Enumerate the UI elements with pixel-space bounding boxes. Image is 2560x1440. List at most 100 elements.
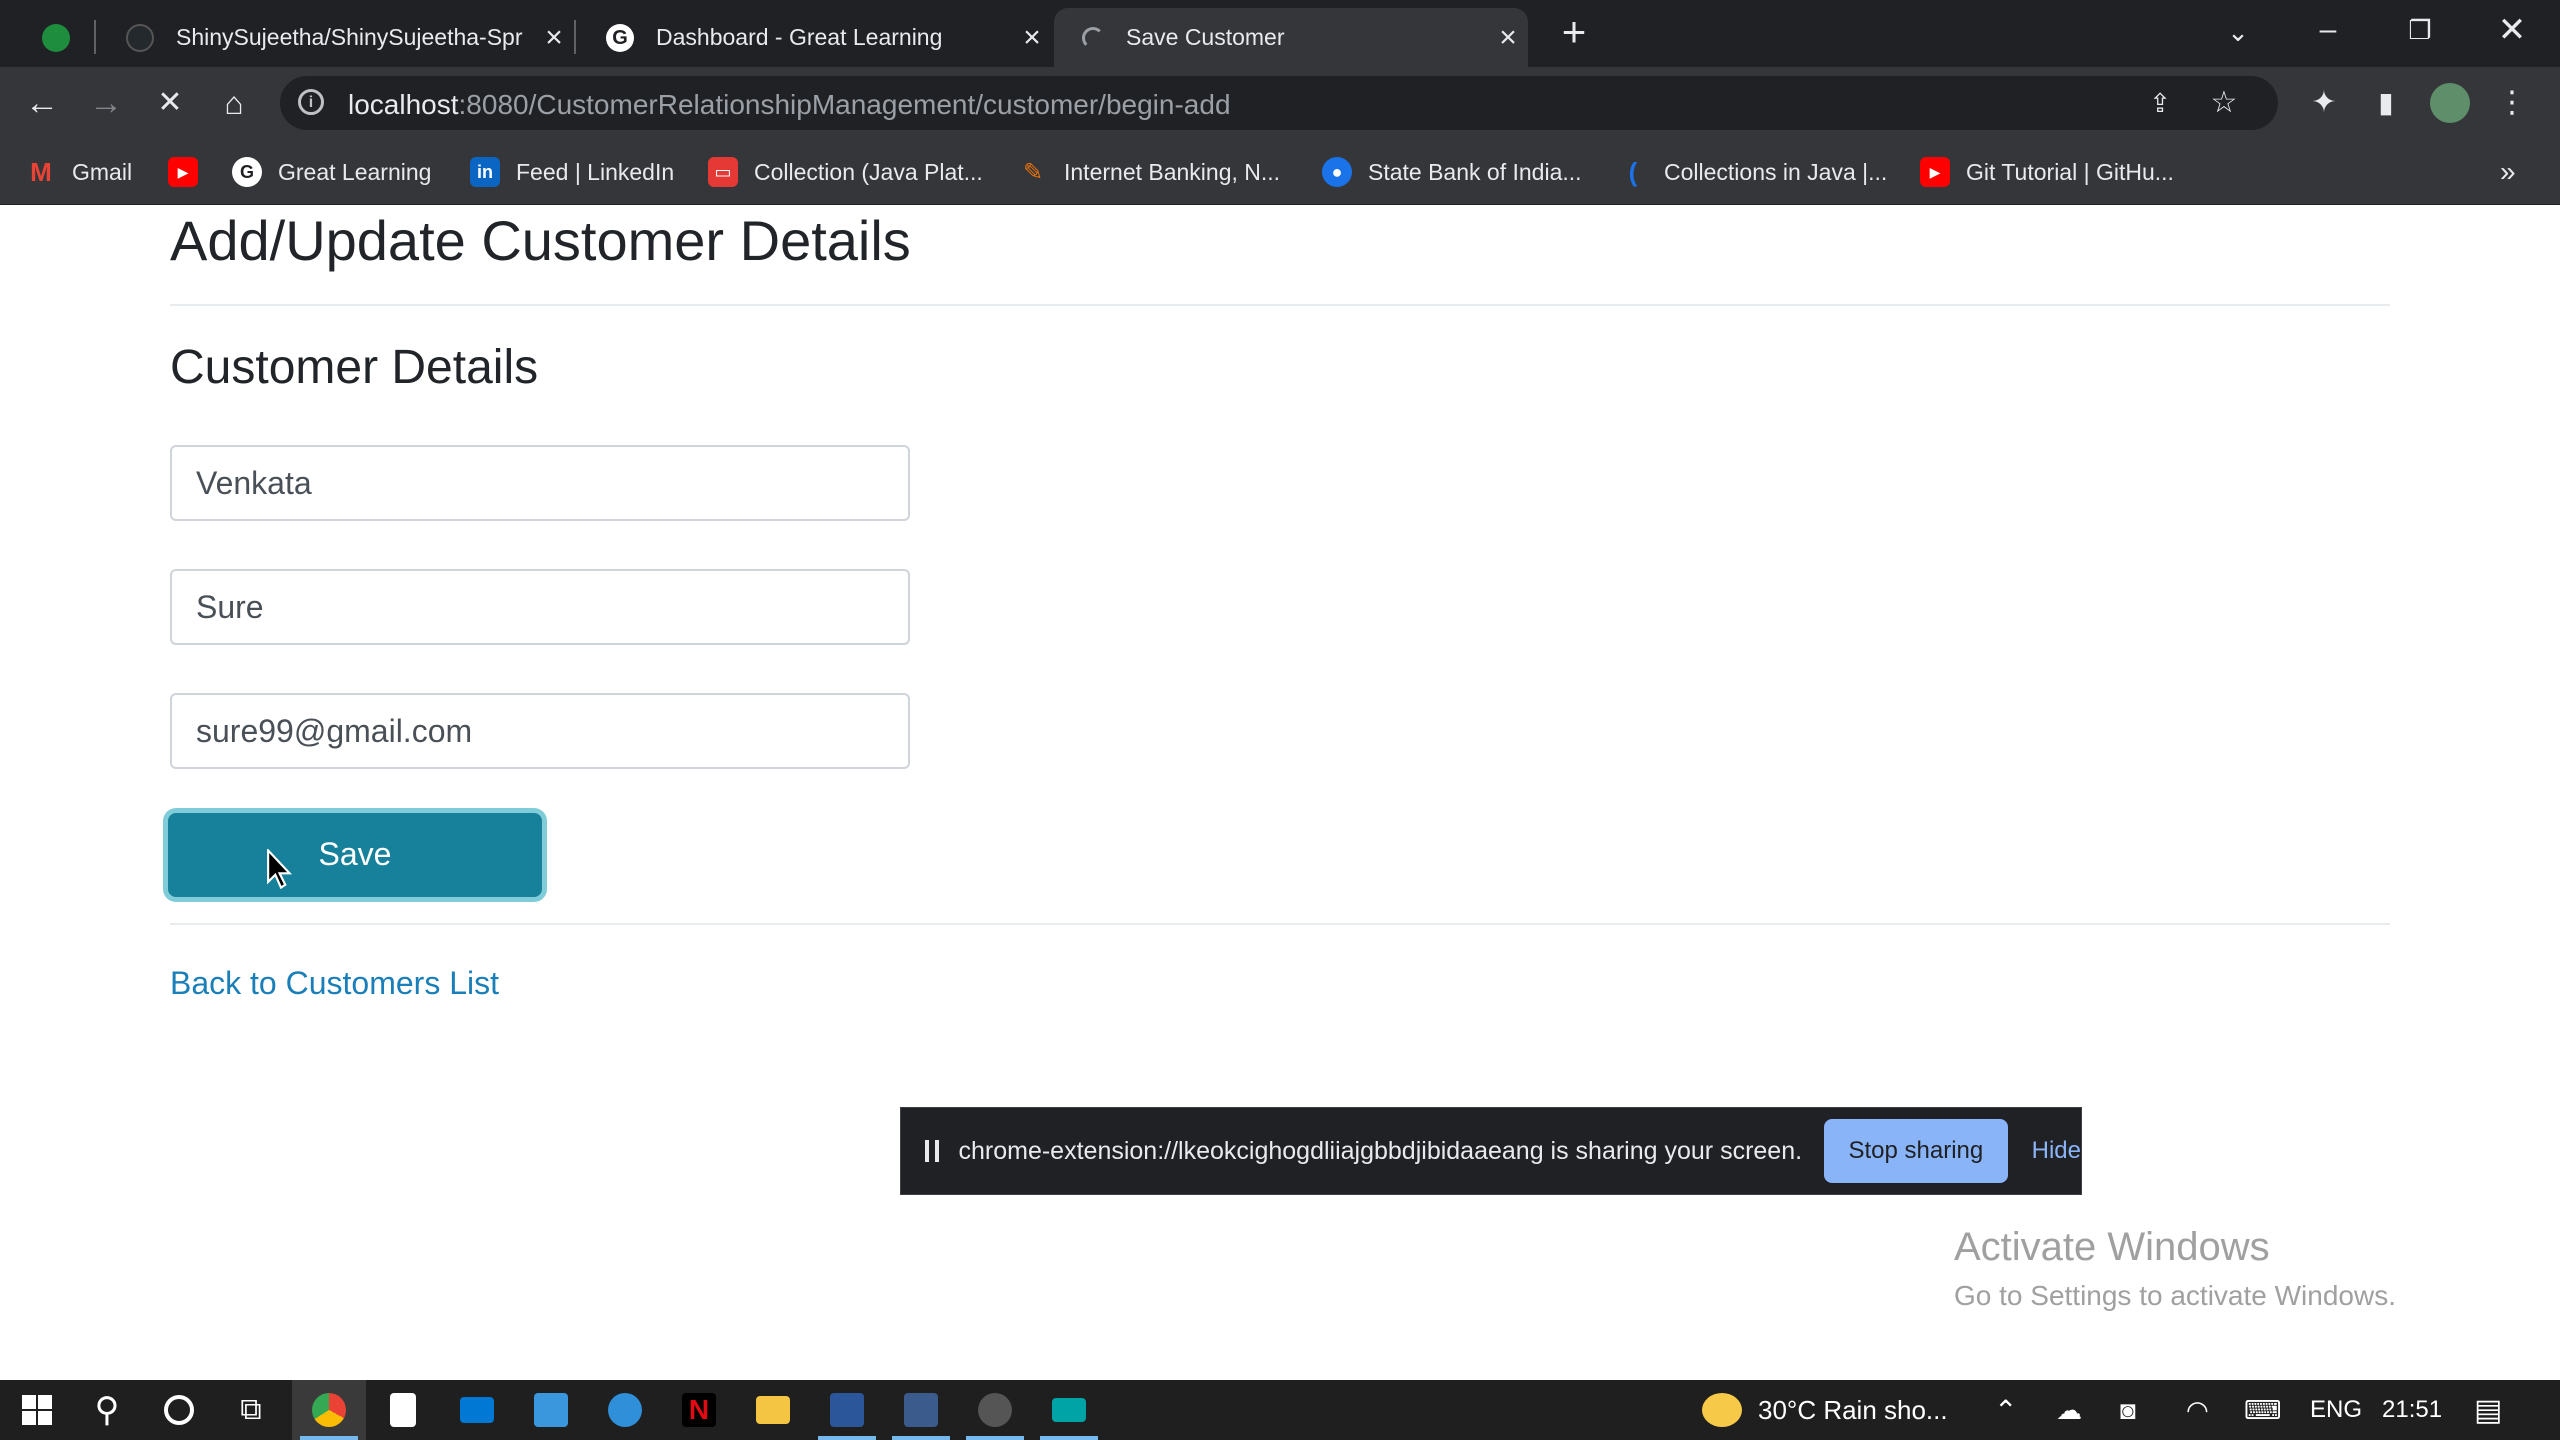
- store-icon: [534, 1393, 568, 1427]
- google-icon: G: [232, 157, 262, 187]
- taskbar-chrome[interactable]: [292, 1380, 366, 1440]
- side-panel-icon[interactable]: ▮: [2364, 81, 2408, 125]
- more-bookmarks-chevron-icon[interactable]: »: [2500, 139, 2516, 205]
- close-tab-icon[interactable]: ×: [534, 21, 574, 55]
- activate-windows-subtitle: Go to Settings to activate Windows.: [1954, 1280, 2396, 1311]
- weather-widget[interactable]: 30°C Rain sho...: [1702, 1380, 1948, 1440]
- tab-github[interactable]: ShinySujeetha/ShinySujeetha-Spr ×: [96, 8, 574, 67]
- close-tab-icon[interactable]: ×: [1012, 21, 1052, 55]
- close-tab-icon[interactable]: ×: [1488, 21, 1528, 55]
- divider: [170, 304, 2390, 306]
- github-icon: [126, 23, 154, 52]
- bookmark-label: Collection (Java Plat...: [754, 158, 983, 185]
- mouse-cursor-icon: [267, 849, 293, 889]
- tab-search-chevron-icon[interactable]: ⌄: [2216, 10, 2260, 54]
- sbi-icon: ●: [1322, 157, 1352, 187]
- file-icon: [390, 1393, 416, 1427]
- back-button[interactable]: ←: [20, 81, 64, 125]
- folder-icon: [756, 1396, 790, 1424]
- bookmark-internet-banking[interactable]: ✎ Internet Banking, N...: [1018, 139, 1280, 205]
- close-window-button[interactable]: ✕: [2490, 8, 2534, 52]
- meet-now-icon[interactable]: ◙: [2120, 1380, 2136, 1440]
- oracle-icon: ▭: [708, 157, 738, 187]
- bookmark-git-tutorial[interactable]: ▶ Git Tutorial | GitHu...: [1920, 139, 2174, 205]
- wifi-icon[interactable]: ◠: [2186, 1380, 2209, 1440]
- bookmark-label: Great Learning: [278, 158, 432, 185]
- bookmark-oracle-collection[interactable]: ▭ Collection (Java Plat...: [708, 139, 983, 205]
- first-name-input[interactable]: [170, 445, 910, 521]
- chrome-icon: [312, 1393, 346, 1427]
- taskbar-netflix[interactable]: N: [662, 1380, 736, 1440]
- tab-great-learning[interactable]: G Dashboard - Great Learning ×: [576, 8, 1052, 67]
- profile-avatar[interactable]: [2428, 81, 2472, 125]
- tab-group-icon[interactable]: [20, 8, 72, 67]
- bookmark-gmail[interactable]: M Gmail: [26, 139, 132, 205]
- address-bar[interactable]: i localhost:8080/CustomerRelationshipMan…: [280, 76, 2278, 130]
- section-title: Customer Details: [170, 341, 539, 394]
- notifications-icon[interactable]: ▤: [2474, 1380, 2502, 1440]
- taskbar-settings[interactable]: [958, 1380, 1032, 1440]
- share-message: chrome-extension://lkeokcighogdliiajgbbd…: [958, 1136, 1803, 1165]
- bookmark-label: Git Tutorial | GitHu...: [1966, 158, 2174, 185]
- netflix-icon: N: [682, 1393, 716, 1427]
- ide-icon: [904, 1393, 938, 1427]
- search-button[interactable]: ⚲: [70, 1380, 144, 1440]
- bookmark-linkedin[interactable]: in Feed | LinkedIn: [470, 139, 674, 205]
- taskbar-notepad[interactable]: [366, 1380, 440, 1440]
- cortana-button[interactable]: [142, 1380, 216, 1440]
- pause-icon: [925, 1140, 939, 1162]
- bookmark-collections-java[interactable]: ( Collections in Java |...: [1618, 139, 1888, 205]
- email-input[interactable]: [170, 693, 910, 769]
- new-tab-button[interactable]: +: [1552, 10, 1596, 54]
- minimize-button[interactable]: –: [2306, 8, 2350, 52]
- last-name-input[interactable]: [170, 569, 910, 645]
- bookmark-great-learning[interactable]: G Great Learning: [232, 139, 431, 205]
- taskbar-word[interactable]: [810, 1380, 884, 1440]
- cortana-icon: [164, 1395, 194, 1425]
- gmail-icon: M: [30, 156, 52, 187]
- taskbar-app[interactable]: [1032, 1380, 1106, 1440]
- home-button[interactable]: ⌂: [212, 81, 256, 125]
- bookmarks-bar: M Gmail ▶ G Great Learning in Feed | Lin…: [0, 139, 2560, 205]
- weather-icon: [1702, 1393, 1742, 1427]
- bookmark-label: Gmail: [72, 158, 133, 185]
- site-info-icon[interactable]: i: [298, 89, 324, 115]
- tab-title: Dashboard - Great Learning: [656, 24, 943, 50]
- bookmark-label: State Bank of India...: [1368, 158, 1582, 185]
- taskbar-store[interactable]: [514, 1380, 588, 1440]
- url-text[interactable]: localhost:8080/CustomerRelationshipManag…: [348, 89, 1231, 121]
- bookmark-label: Feed | LinkedIn: [516, 158, 675, 185]
- restore-button[interactable]: ❐: [2398, 8, 2442, 52]
- hide-button[interactable]: Hide: [2032, 1137, 2081, 1165]
- bookmark-youtube[interactable]: ▶: [168, 139, 214, 205]
- keyboard-icon[interactable]: ⌨: [2244, 1380, 2282, 1440]
- onedrive-icon[interactable]: ☁: [2056, 1380, 2082, 1440]
- taskbar-edge[interactable]: [588, 1380, 662, 1440]
- bookmark-sbi[interactable]: ● State Bank of India...: [1322, 139, 1582, 205]
- tab-title: ShinySujeetha/ShinySujeetha-Spr: [176, 24, 523, 50]
- forward-button[interactable]: →: [84, 81, 128, 125]
- back-to-customers-link[interactable]: Back to Customers List: [170, 965, 499, 1002]
- task-view-button[interactable]: ⧉: [214, 1380, 288, 1440]
- share-icon[interactable]: ⇪: [2138, 81, 2182, 125]
- bank-icon: ✎: [1022, 158, 1044, 186]
- bookmark-star-icon[interactable]: ☆: [2202, 81, 2246, 125]
- menu-kebab-icon[interactable]: ⋮: [2490, 81, 2534, 125]
- extensions-puzzle-icon[interactable]: ✦: [2302, 81, 2346, 125]
- taskbar-mail[interactable]: [440, 1380, 514, 1440]
- search-icon: ⚲: [94, 1391, 120, 1429]
- save-button[interactable]: Save: [168, 813, 542, 897]
- tab-title: Save Customer: [1126, 24, 1285, 50]
- tab-save-customer[interactable]: Save Customer ×: [1054, 8, 1528, 67]
- clock[interactable]: 21:51: [2382, 1380, 2442, 1440]
- windows-logo-icon: [22, 1395, 52, 1425]
- browser-toolbar: ← → ✕ ⌂ i localhost:8080/CustomerRelatio…: [0, 67, 2560, 139]
- language-indicator[interactable]: ENG: [2310, 1380, 2362, 1440]
- show-hidden-icons-chevron-icon[interactable]: ⌃: [1994, 1380, 2017, 1440]
- stop-loading-button[interactable]: ✕: [148, 81, 192, 125]
- camera-icon: [1052, 1398, 1086, 1422]
- taskbar-sts[interactable]: [884, 1380, 958, 1440]
- taskbar-file-explorer[interactable]: [736, 1380, 810, 1440]
- start-button[interactable]: [0, 1380, 74, 1440]
- stop-sharing-button[interactable]: Stop sharing: [1824, 1119, 2008, 1183]
